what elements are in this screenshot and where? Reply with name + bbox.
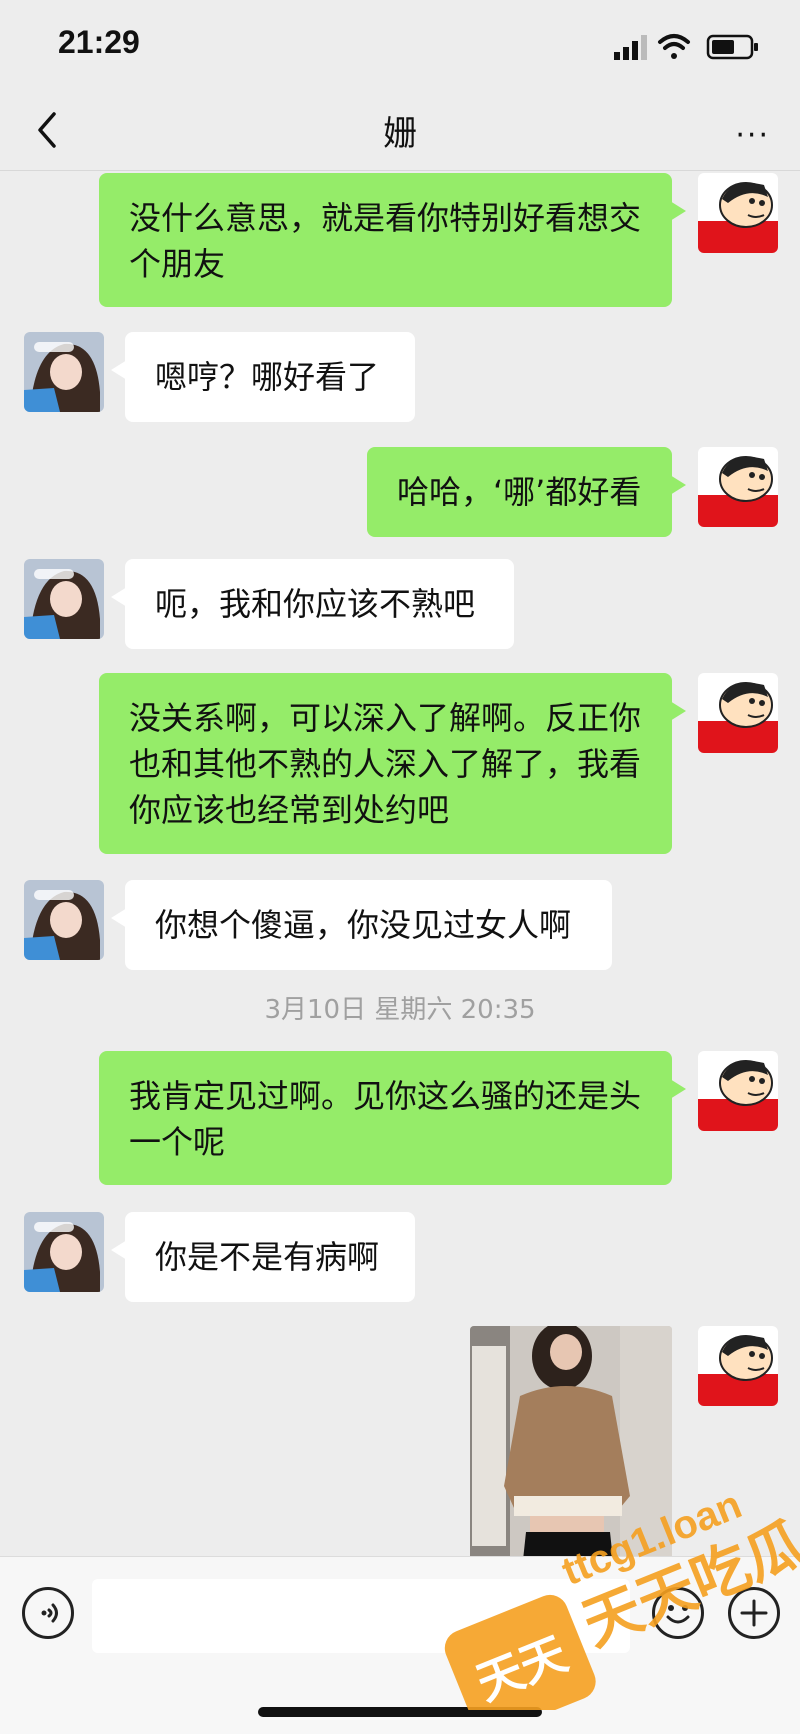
status-icons bbox=[614, 34, 758, 60]
wifi-icon bbox=[658, 34, 690, 59]
contact-avatar[interactable] bbox=[24, 880, 104, 960]
chat-timestamp: 3月10日 星期六 20:35 bbox=[264, 995, 536, 1025]
message-bubble-incoming[interactable]: 嗯哼？哪好看了 bbox=[111, 332, 415, 422]
input-bar bbox=[0, 1556, 800, 1734]
contact-avatar[interactable] bbox=[24, 559, 104, 639]
message-bubble-incoming[interactable]: 你想个傻逼，你没见过女人啊 bbox=[111, 880, 612, 970]
message-text: 你想个傻逼，你没见过女人啊 bbox=[155, 906, 572, 944]
chat-header: 姗 ··· bbox=[0, 90, 800, 171]
voice-input-icon[interactable] bbox=[22, 1587, 74, 1639]
message-bubble-outgoing[interactable]: 哈哈，‘哪’都好看 bbox=[367, 447, 686, 537]
my-avatar[interactable] bbox=[698, 1051, 778, 1131]
message-text: 没关系啊，可以深入了解啊。反正你也和其他不熟的人深入了解了，我看你应该也经常到处… bbox=[129, 699, 642, 829]
contact-name: 姗 bbox=[383, 114, 417, 154]
battery-icon bbox=[706, 34, 758, 60]
contact-avatar[interactable] bbox=[24, 332, 104, 412]
more-options-icon[interactable]: ··· bbox=[735, 118, 770, 153]
plus-icon[interactable] bbox=[728, 1587, 780, 1639]
message-bubble-outgoing[interactable]: 我肯定见过啊。见你这么骚的还是头一个呢 bbox=[99, 1051, 686, 1185]
message-bubble-incoming[interactable]: 呃，我和你应该不熟吧 bbox=[111, 559, 514, 649]
my-avatar[interactable] bbox=[698, 1326, 778, 1406]
message-text: 没什么意思，就是看你特别好看想交个朋友 bbox=[129, 199, 642, 283]
message-text: 你是不是有病啊 bbox=[155, 1238, 380, 1276]
message-text: 我肯定见过啊。见你这么骚的还是头一个呢 bbox=[129, 1077, 642, 1161]
photo-message[interactable] bbox=[470, 1326, 672, 1556]
message-text: 哈哈，‘哪’都好看 bbox=[397, 473, 642, 511]
home-indicator bbox=[258, 1707, 542, 1717]
message-bubble-incoming[interactable]: 你是不是有病啊 bbox=[111, 1212, 415, 1302]
my-avatar[interactable] bbox=[698, 673, 778, 753]
message-text: 呃，我和你应该不熟吧 bbox=[155, 585, 476, 623]
message-text: 嗯哼？哪好看了 bbox=[155, 358, 380, 396]
emoji-icon[interactable] bbox=[652, 1587, 704, 1639]
message-input[interactable] bbox=[92, 1579, 630, 1653]
signal-icon bbox=[614, 35, 647, 60]
status-bar: 21:29 bbox=[0, 0, 800, 90]
message-bubble-outgoing[interactable]: 没关系啊，可以深入了解啊。反正你也和其他不熟的人深入了解了，我看你应该也经常到处… bbox=[99, 673, 686, 854]
my-avatar[interactable] bbox=[698, 447, 778, 527]
message-list[interactable]: 没什么意思，就是看你特别好看想交个朋友 嗯哼？哪好看了 哈哈，‘哪’都好看 呃，… bbox=[0, 171, 800, 1556]
status-time: 21:29 bbox=[58, 24, 140, 60]
message-bubble-outgoing[interactable]: 没什么意思，就是看你特别好看想交个朋友 bbox=[99, 173, 686, 307]
my-avatar[interactable] bbox=[698, 173, 778, 253]
contact-avatar[interactable] bbox=[24, 1212, 104, 1292]
